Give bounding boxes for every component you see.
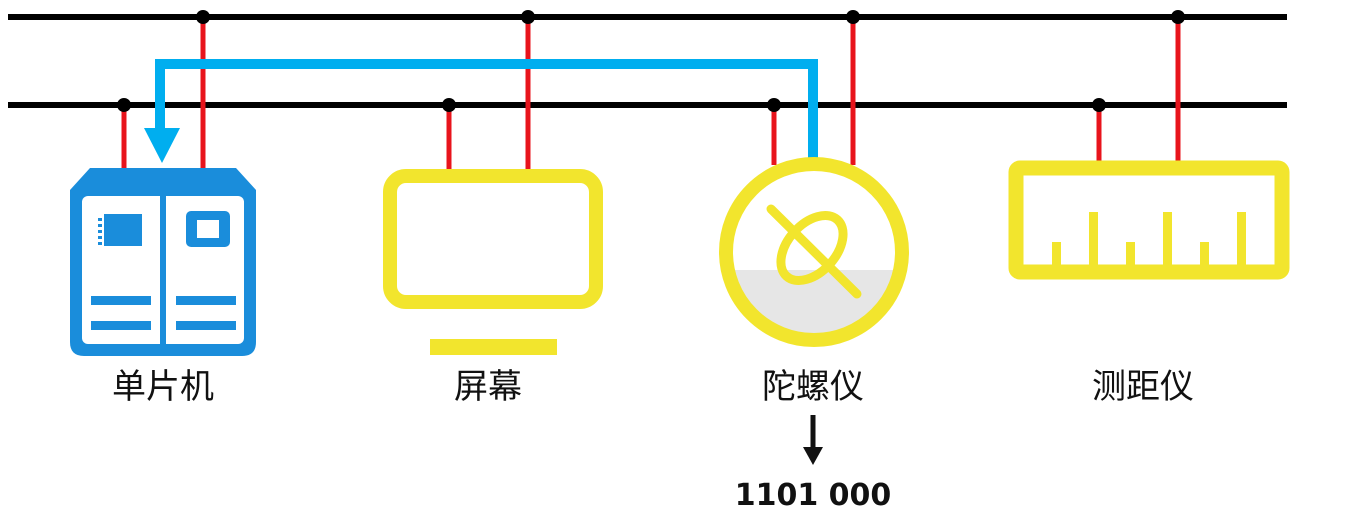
connection-wires bbox=[121, 17, 1181, 172]
junction-dot bbox=[846, 10, 860, 24]
screen-label: 屏幕 bbox=[454, 367, 522, 407]
junction-dot bbox=[196, 10, 210, 24]
junction-dot bbox=[1171, 10, 1185, 24]
rangefinder-label: 测距仪 bbox=[1092, 367, 1194, 407]
ruler-icon bbox=[1008, 160, 1290, 280]
junction-dot bbox=[767, 98, 781, 112]
monitor-icon bbox=[383, 169, 603, 355]
junction-dot bbox=[1092, 98, 1106, 112]
bus-diagram: 单片机 屏幕 陀螺仪 测距仪 1101 000 bbox=[8, 10, 1290, 512]
gyroscope-label: 陀螺仪 bbox=[762, 367, 864, 407]
gyro-output-value: 1101 000 bbox=[735, 478, 892, 512]
gyroscope-icon bbox=[719, 157, 909, 347]
arrow-down-icon bbox=[803, 415, 823, 465]
junction-dot bbox=[442, 98, 456, 112]
microcontroller-icon bbox=[70, 168, 256, 356]
data-path-arrow bbox=[144, 59, 818, 163]
junction-dot bbox=[117, 98, 131, 112]
junction-dot bbox=[521, 10, 535, 24]
mcu-label: 单片机 bbox=[112, 367, 214, 407]
